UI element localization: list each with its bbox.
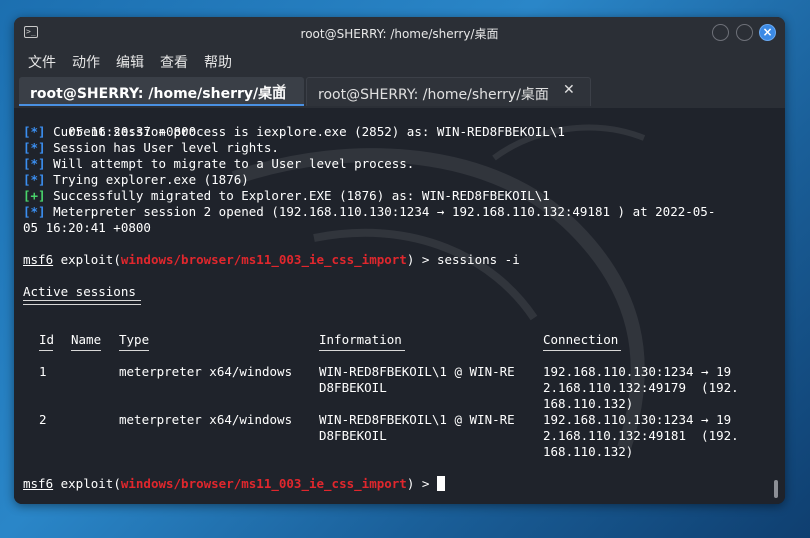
output-line: [*] Session has User level rights. bbox=[23, 140, 279, 155]
output-line: [+] Successfully migrated to Explorer.EX… bbox=[23, 188, 550, 203]
output-line: 05 16:20:37 +0800 bbox=[68, 124, 197, 139]
window-title: root@SHERRY: /home/sherry/桌面 bbox=[300, 27, 499, 41]
session-connection: 2.168.110.132:49181 (192. bbox=[543, 428, 739, 443]
output-line: [*] Meterpreter session 2 opened (192.16… bbox=[23, 204, 716, 219]
tab-2[interactable]: root@SHERRY: /home/sherry/桌面 ✕ bbox=[306, 77, 591, 106]
session-info: WIN-RED8FBEKOIL\1 @ WIN-RE bbox=[319, 412, 515, 427]
terminal-output[interactable]: 05 16:20:37 +0800 [*] Current session pr… bbox=[14, 108, 785, 504]
output-line: [*] Current session process is iexplore.… bbox=[23, 124, 565, 139]
command-prompt: msf6 exploit(windows/browser/ms11_003_ie… bbox=[23, 252, 520, 267]
header-type: Type bbox=[119, 332, 150, 347]
header-underline bbox=[319, 350, 405, 351]
menu-edit[interactable]: 编辑 bbox=[116, 52, 144, 72]
tab-label: root@SHERRY: /home/sherry/桌面 bbox=[318, 87, 549, 103]
session-info: D8FBEKOIL bbox=[319, 380, 387, 395]
menu-view[interactable]: 查看 bbox=[160, 52, 188, 72]
session-info: D8FBEKOIL bbox=[319, 428, 387, 443]
header-name: Name bbox=[71, 332, 102, 347]
session-type: meterpreter x64/windows bbox=[119, 412, 293, 427]
maximize-button[interactable] bbox=[736, 24, 753, 41]
session-connection: 192.168.110.130:1234 → 19 bbox=[543, 364, 732, 379]
tab-label: root@SHERRY: /home/sherry/桌面 bbox=[30, 86, 287, 102]
tab-bar: root@SHERRY: /home/sherry/桌面 ✕ root@SHER… bbox=[14, 73, 785, 108]
text-cursor bbox=[436, 476, 445, 491]
header-information: Information bbox=[319, 332, 402, 347]
info-prefix: [*] bbox=[23, 204, 46, 219]
header-underline bbox=[543, 350, 621, 351]
session-id: 1 bbox=[39, 364, 47, 379]
info-prefix: [*] bbox=[23, 140, 46, 155]
command-text: sessions -i bbox=[436, 252, 520, 267]
module-name: windows/browser/ms11_003_ie_css_import bbox=[120, 252, 407, 267]
tab-1[interactable]: root@SHERRY: /home/sherry/桌面 ✕ bbox=[19, 77, 304, 106]
header-underline bbox=[39, 350, 53, 351]
info-prefix: [*] bbox=[23, 124, 46, 139]
module-name: windows/browser/ms11_003_ie_css_import bbox=[120, 476, 407, 491]
close-button[interactable]: × bbox=[759, 24, 776, 41]
output-line: [*] Trying explorer.exe (1876) bbox=[23, 172, 249, 187]
menu-bar: 文件 动作 编辑 查看 帮助 bbox=[14, 48, 785, 73]
info-prefix: [*] bbox=[23, 156, 46, 171]
title-bar[interactable]: >_ root@SHERRY: /home/sherry/桌面 × bbox=[14, 17, 785, 48]
header-underline bbox=[71, 350, 101, 351]
active-sessions-title: Active sessions bbox=[23, 284, 136, 299]
close-icon: × bbox=[762, 25, 773, 39]
session-connection: 168.110.132) bbox=[543, 444, 634, 459]
header-underline bbox=[119, 350, 149, 351]
menu-help[interactable]: 帮助 bbox=[204, 52, 232, 72]
session-connection: 192.168.110.130:1234 → 19 bbox=[543, 412, 732, 427]
header-connection: Connection bbox=[543, 332, 619, 347]
session-type: meterpreter x64/windows bbox=[119, 364, 293, 379]
menu-action[interactable]: 动作 bbox=[72, 52, 100, 72]
terminal-window: >_ root@SHERRY: /home/sherry/桌面 × 文件 动作 … bbox=[14, 17, 785, 504]
menu-file[interactable]: 文件 bbox=[28, 52, 56, 72]
minimize-button[interactable] bbox=[712, 24, 729, 41]
scrollbar-thumb[interactable] bbox=[774, 480, 778, 498]
session-id: 2 bbox=[39, 412, 47, 427]
title-underline bbox=[23, 300, 141, 305]
tab-close-icon[interactable]: ✕ bbox=[275, 81, 287, 97]
output-line: 05 16:20:41 +0800 bbox=[23, 220, 151, 235]
session-connection: 2.168.110.132:49179 (192. bbox=[543, 380, 739, 395]
session-info: WIN-RED8FBEKOIL\1 @ WIN-RE bbox=[319, 364, 515, 379]
session-connection: 168.110.132) bbox=[543, 396, 634, 411]
header-id: Id bbox=[39, 332, 55, 347]
success-prefix: [+] bbox=[23, 188, 46, 203]
tab-close-icon[interactable]: ✕ bbox=[563, 82, 575, 98]
command-prompt[interactable]: msf6 exploit(windows/browser/ms11_003_ie… bbox=[23, 476, 445, 492]
output-line: [*] Will attempt to migrate to a User le… bbox=[23, 156, 415, 171]
info-prefix: [*] bbox=[23, 172, 46, 187]
